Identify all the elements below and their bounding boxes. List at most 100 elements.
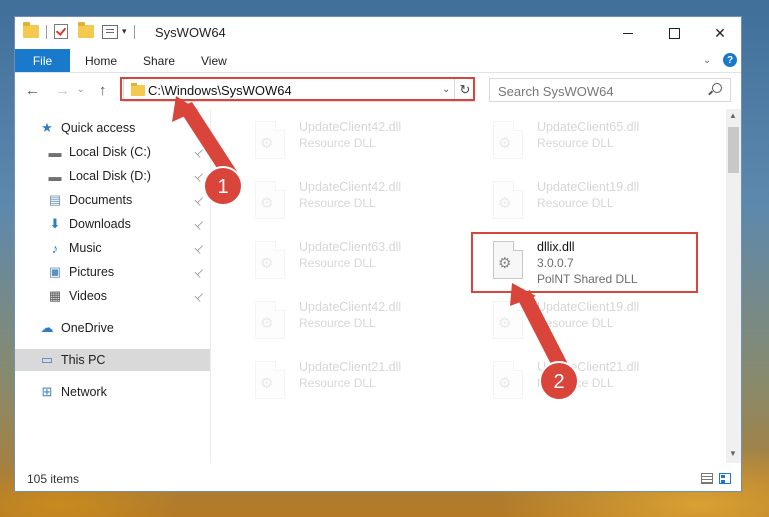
window-title: SysWOW64 [155, 25, 226, 40]
sidebar-item-this-pc[interactable]: ▭ This PC [15, 349, 210, 371]
sidebar-item-local-disk-c[interactable]: ▬ Local Disk (C:) ⊥ [15, 141, 210, 163]
properties-check-icon[interactable] [54, 24, 68, 39]
pictures-icon: ▣ [48, 264, 62, 279]
sidebar-item-pictures[interactable]: ▣ Pictures ⊥ [15, 261, 210, 283]
tab-view[interactable]: View [201, 49, 227, 72]
videos-icon: ▦ [48, 288, 62, 303]
sidebar-item-label: OneDrive [61, 321, 114, 335]
help-icon[interactable]: ? [723, 53, 737, 67]
search-icon[interactable] [712, 83, 722, 93]
title-bar: ▾ SysWOW64 ✕ [15, 17, 741, 49]
search-box[interactable] [489, 78, 731, 103]
file-type: Resource DLL [299, 376, 376, 390]
sidebar-item-label: Quick access [61, 121, 136, 135]
tab-file[interactable]: File [15, 49, 70, 72]
drive-icon: ▬ [48, 144, 62, 160]
tiles-view-icon[interactable] [719, 473, 731, 484]
folder-icon [131, 83, 145, 96]
sidebar-item-label: Music [69, 241, 102, 255]
tab-home[interactable]: Home [85, 49, 117, 72]
sidebar-item-label: Videos [69, 289, 107, 303]
file-item[interactable]: ⚙ UpdateClient19.dll Resource DLL [469, 173, 699, 227]
close-icon: ✕ [714, 24, 726, 41]
file-item[interactable]: ⚙ UpdateClient19.dll Resource DLL [469, 293, 699, 347]
file-name: dllix.dll [537, 240, 575, 254]
scroll-down-icon[interactable]: ▼ [729, 449, 737, 458]
pin-icon[interactable]: ⊥ [192, 144, 208, 160]
search-input[interactable] [490, 79, 715, 103]
file-item[interactable]: ⚙ UpdateClient21.dll Resource DLL [231, 353, 461, 407]
vertical-scrollbar[interactable]: ▲ ▼ [726, 109, 741, 463]
file-item-dllix[interactable]: ⚙ dllix.dll 3.0.0.7 PolNT Shared DLL [469, 233, 699, 287]
sidebar-item-label: Pictures [69, 265, 115, 279]
forward-button[interactable]: → [55, 82, 70, 99]
gear-icon: ⚙ [260, 135, 274, 152]
sidebar-item-quick-access[interactable]: ★ Quick access [15, 117, 210, 139]
new-folder-icon[interactable] [78, 22, 94, 38]
gear-file-icon: ⚙ [493, 241, 523, 279]
sidebar-item-videos[interactable]: ▦ Videos ⊥ [15, 285, 210, 307]
minimize-icon [623, 32, 633, 34]
gear-icon: ⚙ [498, 375, 512, 392]
back-button[interactable]: ← [25, 82, 40, 99]
pin-icon[interactable]: ⊥ [192, 168, 208, 184]
scroll-thumb[interactable] [728, 127, 739, 173]
gear-file-icon: ⚙ [255, 361, 285, 399]
cloud-icon: ☁ [40, 320, 54, 335]
file-item[interactable]: ⚙ UpdateClient65.dll Resource DLL [469, 113, 699, 167]
properties-icon[interactable] [102, 24, 118, 39]
file-name: UpdateClient19.dll [537, 300, 640, 314]
sidebar-item-label: Network [61, 385, 107, 399]
pin-icon[interactable]: ⊥ [192, 216, 208, 232]
file-type: Resource DLL [537, 316, 614, 330]
file-type: Resource DLL [537, 376, 614, 390]
gear-icon: ⚙ [260, 375, 274, 392]
sidebar-item-downloads[interactable]: ⬇ Downloads ⊥ [15, 213, 210, 235]
sidebar-item-label: This PC [61, 353, 106, 367]
sidebar-item-local-disk-d[interactable]: ▬ Local Disk (D:) ⊥ [15, 165, 210, 187]
gear-icon: ⚙ [498, 255, 512, 272]
toolbar-divider [46, 24, 47, 39]
details-view-icon[interactable] [701, 473, 713, 484]
maximize-icon [668, 27, 680, 39]
sidebar-item-network[interactable]: ⊞ Network [15, 381, 210, 403]
up-button[interactable]: ↑ [99, 82, 107, 99]
toolbar-dropdown-icon[interactable]: ▾ [122, 26, 127, 37]
tab-share[interactable]: Share [143, 49, 175, 72]
expand-ribbon-icon[interactable]: ⌄ [703, 55, 711, 66]
pin-icon[interactable]: ⊥ [192, 288, 208, 304]
file-name: UpdateClient65.dll [537, 120, 640, 134]
pin-icon[interactable]: ⊥ [192, 240, 208, 256]
pin-icon[interactable]: ⊥ [192, 264, 208, 280]
close-button[interactable]: ✕ [697, 17, 743, 49]
address-bar[interactable]: C:\Windows\SysWOW64 ⌄ ↻ [123, 78, 475, 102]
quick-access-toolbar: ▾ [23, 22, 138, 39]
file-item[interactable]: ⚙ UpdateClient42.dll Resource DLL [231, 173, 461, 227]
refresh-button[interactable]: ↻ [454, 79, 475, 101]
file-item[interactable]: ⚙ UpdateClient42.dll Resource DLL [231, 293, 461, 347]
maximize-button[interactable] [651, 17, 697, 49]
file-type: Resource DLL [299, 196, 376, 210]
refresh-icon: ↻ [459, 82, 471, 97]
file-item[interactable]: ⚙ UpdateClient63.dll Resource DLL [231, 233, 461, 287]
sidebar-item-music[interactable]: ♪ Music ⊥ [15, 237, 210, 259]
gear-file-icon: ⚙ [255, 181, 285, 219]
address-path[interactable]: C:\Windows\SysWOW64 [148, 83, 292, 98]
file-name: UpdateClient63.dll [299, 240, 402, 254]
item-count: 105 items [27, 472, 80, 486]
gear-icon: ⚙ [260, 195, 274, 212]
sidebar-item-label: Local Disk (D:) [69, 169, 151, 183]
scroll-up-icon[interactable]: ▲ [729, 111, 737, 120]
file-name: UpdateClient21.dll [537, 360, 640, 374]
sidebar-item-documents[interactable]: ▤ Documents ⊥ [15, 189, 210, 211]
sidebar-item-onedrive[interactable]: ☁ OneDrive [15, 317, 210, 339]
gear-file-icon: ⚙ [493, 181, 523, 219]
recent-locations-icon[interactable]: ⌄ [77, 84, 85, 95]
sidebar-item-label: Downloads [69, 217, 131, 231]
file-item[interactable]: ⚙ UpdateClient42.dll Resource DLL [231, 113, 461, 167]
minimize-button[interactable] [605, 17, 651, 49]
pin-icon[interactable]: ⊥ [192, 192, 208, 208]
folder-icon[interactable] [23, 22, 39, 38]
file-item[interactable]: ⚙ UpdateClient21.dll Resource DLL [469, 353, 699, 407]
address-dropdown-icon[interactable]: ⌄ [442, 84, 450, 95]
